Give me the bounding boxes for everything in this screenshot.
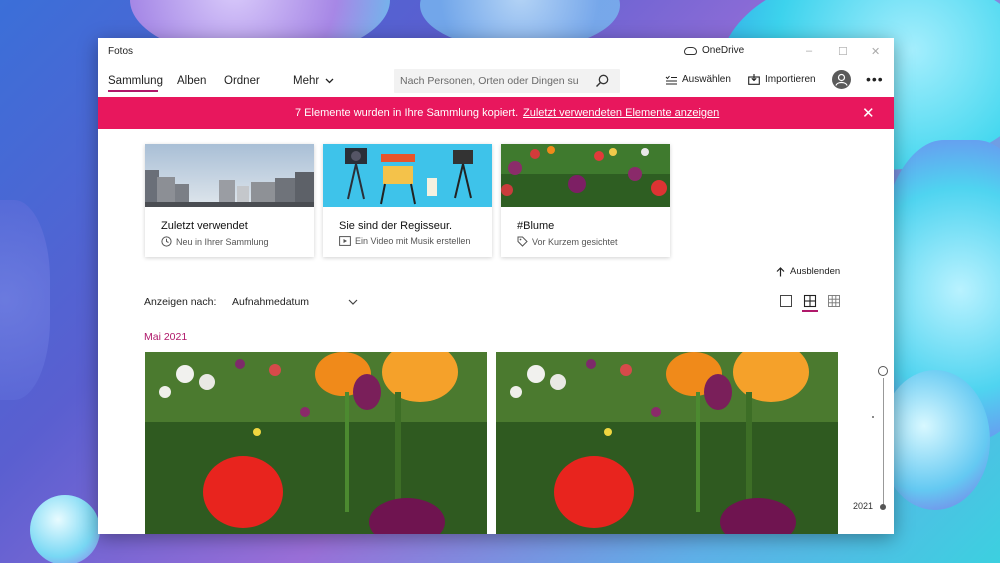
card-subtitle-text: Vor Kurzem gesichtet (532, 236, 618, 247)
banner-message: 7 Elemente wurden in Ihre Sammlung kopie… (295, 107, 519, 119)
search-box[interactable] (394, 69, 620, 93)
active-view-indicator (802, 310, 818, 312)
tab-ordner[interactable]: Ordner (224, 75, 260, 87)
month-heading: Mai 2021 (144, 331, 188, 343)
timeline-track[interactable] (883, 378, 884, 508)
sort-label: Anzeigen nach: (144, 296, 217, 308)
maximize-button[interactable]: ☐ (838, 45, 848, 58)
timeline-end-marker (880, 504, 886, 510)
avatar[interactable] (832, 70, 851, 89)
large-tiles-icon[interactable] (779, 294, 793, 308)
card-image-city (145, 144, 314, 207)
import-label: Importieren (765, 74, 816, 85)
timeline-marker (872, 416, 874, 418)
card-recent[interactable]: Zuletzt verwendet Neu in Ihrer Sammlung (145, 144, 314, 257)
card-title: #Blume (517, 220, 555, 232)
card-title: Zuletzt verwendet (161, 220, 248, 232)
more-label: Mehr (293, 75, 320, 87)
card-director[interactable]: Sie sind der Regisseur. Ein Video mit Mu… (323, 144, 492, 257)
clock-icon (161, 236, 172, 247)
cloud-icon (684, 46, 697, 55)
card-flower-tag[interactable]: #Blume Vor Kurzem gesichtet (501, 144, 670, 257)
onedrive-label: OneDrive (702, 45, 745, 56)
wallpaper-bubble (0, 200, 50, 400)
arrow-up-icon (776, 266, 785, 276)
more-menu[interactable]: Mehr (293, 75, 334, 87)
card-subtitle: Vor Kurzem gesichtet (517, 236, 618, 247)
photo-thumbnail[interactable] (496, 352, 838, 534)
minimize-button[interactable]: – (806, 45, 812, 57)
nav-bar: Sammlung Alben Ordner Mehr Auswählen (98, 66, 894, 96)
card-title: Sie sind der Regisseur. (339, 220, 453, 232)
chevron-down-icon (325, 78, 334, 84)
tab-alben[interactable]: Alben (177, 75, 206, 87)
select-button[interactable]: Auswählen (665, 74, 731, 85)
hide-label: Ausblenden (790, 266, 841, 277)
banner-link[interactable]: Zuletzt verwendeten Elemente anzeigen (523, 107, 719, 119)
close-button[interactable]: ✕ (871, 45, 880, 58)
photos-window: Fotos OneDrive – ☐ ✕ Sammlung Alben Ordn… (98, 38, 894, 534)
card-subtitle-text: Neu in Ihrer Sammlung (176, 236, 269, 247)
hide-button[interactable]: Ausblenden (776, 266, 840, 277)
sort-value: Aufnahmedatum (232, 296, 310, 308)
sort-dropdown[interactable]: Aufnahmedatum (232, 296, 358, 308)
notification-banner: 7 Elemente wurden in Ihre Sammlung kopie… (98, 97, 894, 129)
search-input[interactable] (400, 72, 590, 90)
onedrive-status[interactable]: OneDrive (684, 45, 744, 56)
tab-sammlung[interactable]: Sammlung (108, 75, 163, 87)
more-options-icon[interactable]: ••• (866, 71, 884, 87)
import-button[interactable]: Importieren (748, 74, 816, 85)
card-image-tulips (501, 144, 670, 207)
card-subtitle-text: Ein Video mit Musik erstellen (355, 236, 471, 246)
small-tiles-icon[interactable] (827, 294, 841, 308)
title-bar: Fotos OneDrive – ☐ ✕ (98, 38, 894, 66)
close-icon[interactable]: ✕ (862, 104, 875, 122)
user-icon (835, 73, 848, 86)
card-subtitle: Neu in Ihrer Sammlung (161, 236, 269, 247)
chevron-down-icon (348, 299, 358, 305)
wallpaper-bubble (30, 495, 100, 563)
wallpaper-bubble (880, 370, 990, 510)
select-label: Auswählen (682, 74, 731, 85)
timeline-year: 2021 (853, 501, 874, 511)
medium-tiles-icon[interactable] (803, 294, 817, 308)
active-tab-indicator (108, 90, 158, 92)
card-subtitle: Ein Video mit Musik erstellen (339, 236, 470, 246)
video-icon (339, 236, 351, 246)
photo-thumbnail[interactable] (145, 352, 487, 534)
app-title: Fotos (108, 46, 134, 57)
card-image-film-set (323, 144, 492, 207)
tag-icon (517, 236, 528, 247)
search-icon[interactable] (594, 73, 610, 89)
timeline-handle[interactable] (878, 366, 888, 376)
import-icon (748, 74, 760, 85)
checklist-icon (665, 75, 677, 84)
